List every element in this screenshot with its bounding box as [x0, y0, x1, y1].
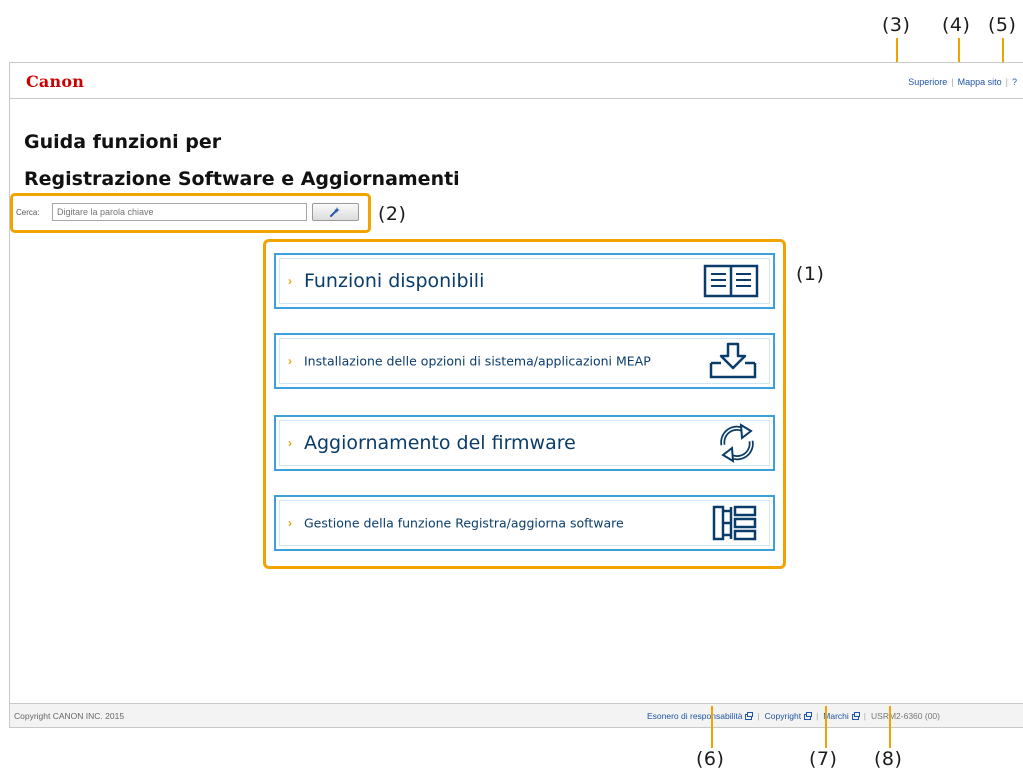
link-sitemap[interactable]: Mappa sito [958, 77, 1002, 87]
external-link-icon [745, 712, 754, 720]
callout-6: (6) [696, 748, 725, 770]
callout-5: (5) [988, 14, 1017, 36]
menu-card-install-options[interactable]: › Installazione delle opzioni di sistema… [274, 333, 775, 389]
callout-7: (7) [809, 748, 838, 770]
menu-card-manage-registration[interactable]: › Gestione della funzione Registra/aggio… [274, 495, 775, 551]
callout-line-6 [711, 706, 713, 748]
top-bar: Canon Superiore | Mappa sito |? [10, 63, 1023, 99]
chevron-right-icon: › [288, 516, 292, 530]
menu-card-label: Gestione della funzione Registra/aggiorn… [304, 515, 624, 531]
book-icon [703, 264, 759, 298]
search-input[interactable] [52, 203, 307, 221]
footer: Copyright CANON INC. 2015 Esonero di res… [10, 703, 1023, 727]
search-icon [329, 207, 340, 217]
link-help[interactable]: ? [1012, 77, 1017, 87]
help-window: Canon Superiore | Mappa sito |? Guida funzi… [9, 62, 1023, 728]
link-top[interactable]: Superiore [908, 77, 947, 87]
callout-2: (2) [378, 203, 407, 225]
callout-1: (1) [796, 263, 825, 285]
callout-line-7 [825, 706, 827, 748]
link-trademarks[interactable]: Marchi [823, 711, 849, 721]
download-tray-icon [709, 342, 757, 379]
chevron-right-icon: › [288, 354, 292, 368]
callout-4: (4) [942, 14, 971, 36]
search-button[interactable] [312, 203, 359, 221]
menu-card-label: Aggiornamento del firmware [304, 432, 576, 454]
menu-card-label: Installazione delle opzioni di sistema/a… [304, 353, 651, 369]
chevron-right-icon: › [288, 274, 292, 288]
document-code: USRM2-6360 (00) [871, 711, 940, 721]
menu-card-label: Funzioni disponibili [304, 270, 485, 292]
search-label: Cerca: [16, 208, 40, 217]
top-links: Superiore | Mappa sito |? [908, 77, 1017, 87]
refresh-arrows-icon [720, 423, 754, 463]
tree-structure-icon [712, 505, 757, 541]
menu-card-firmware-update[interactable]: › Aggiornamento del firmware [274, 415, 775, 471]
page-title-line-2: Registrazione Software e Aggiornamenti [24, 168, 460, 190]
callout-8: (8) [874, 748, 903, 770]
copyright-text: Copyright CANON INC. 2015 [14, 711, 125, 721]
page-title-line-1: Guida funzioni per [24, 131, 222, 153]
canon-logo: Canon [26, 72, 85, 91]
external-link-icon [851, 712, 860, 720]
menu-card-available-functions[interactable]: › Funzioni disponibili [274, 253, 775, 309]
callout-line-8 [889, 706, 891, 748]
external-link-icon [804, 712, 813, 720]
link-disclaimer[interactable]: Esonero di responsabilità [647, 711, 742, 721]
footer-links: Esonero di responsabilità | Copyright | Marc… [647, 711, 940, 721]
link-copyright[interactable]: Copyright [765, 711, 801, 721]
chevron-right-icon: › [288, 436, 292, 450]
callout-3: (3) [882, 14, 911, 36]
